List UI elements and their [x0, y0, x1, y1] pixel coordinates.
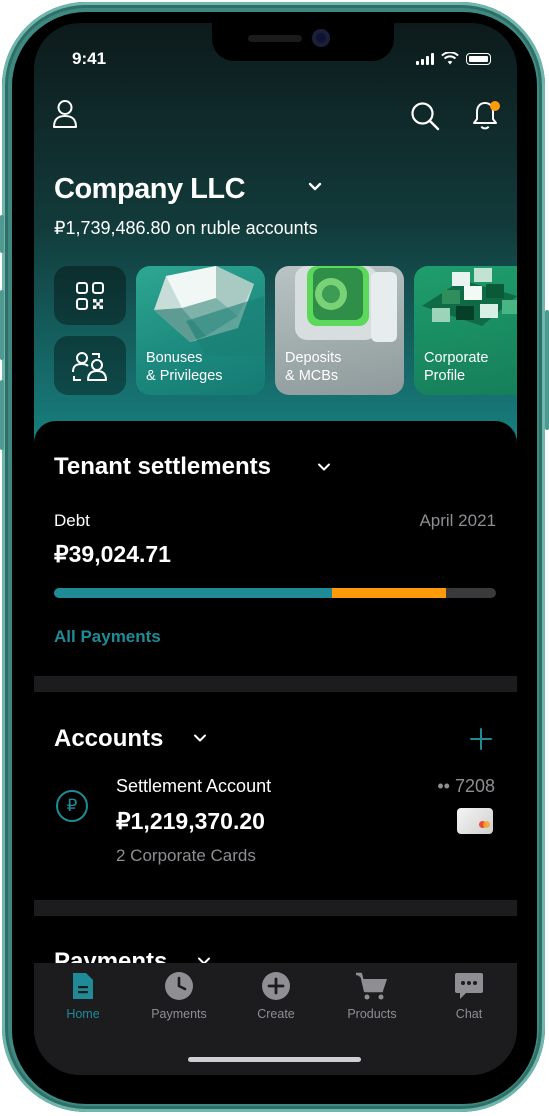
- front-camera: [312, 29, 330, 47]
- tab-create[interactable]: Create: [231, 971, 321, 1021]
- account-list-item[interactable]: ₽ Settlement Account •• 7208 ₽1,219,370.…: [34, 768, 517, 878]
- account-cards-count: 2 Corporate Cards: [116, 846, 256, 865]
- plus-circle-icon: [262, 972, 290, 1000]
- chat-icon: [455, 973, 483, 999]
- promo-label-line2: & MCBs: [285, 368, 339, 384]
- tab-chat[interactable]: Chat: [424, 971, 514, 1021]
- tab-label: Create: [257, 1007, 295, 1021]
- add-account-icon[interactable]: [469, 727, 493, 751]
- total-balance: ₽1,739,486.80 on ruble accounts: [54, 218, 318, 238]
- promo-label-line1: Corporate: [424, 350, 489, 366]
- side-button: [0, 215, 4, 253]
- notification-dot: [490, 101, 500, 111]
- progress-paid-segment: [54, 588, 333, 598]
- side-button: [545, 310, 549, 430]
- profile-icon[interactable]: [52, 99, 78, 129]
- battery-icon: [466, 53, 491, 65]
- side-button: [0, 380, 4, 450]
- tenant-settlements-title[interactable]: Tenant settlements: [54, 453, 271, 481]
- account-masked-number: •• 7208: [437, 776, 495, 796]
- tab-home[interactable]: Home: [38, 971, 128, 1021]
- tab-products[interactable]: Products: [327, 971, 417, 1021]
- progress-pending-segment: [332, 588, 447, 598]
- accounts-title[interactable]: Accounts: [54, 725, 163, 753]
- tab-bar: Home Payments Create Products Chat: [34, 963, 517, 1075]
- promo-label-line2: Profile: [424, 368, 466, 384]
- promo-bonuses-card[interactable]: Bonuses & Privileges: [136, 266, 265, 395]
- section-divider: [34, 900, 517, 916]
- currency-symbol: ₽: [66, 796, 78, 815]
- bank-card-icon: [457, 808, 493, 834]
- tab-label: Payments: [151, 1007, 207, 1021]
- cellular-signal-icon: [416, 52, 434, 65]
- account-name: Settlement Account: [116, 776, 272, 796]
- search-icon[interactable]: [410, 101, 440, 131]
- status-time: 9:41: [72, 49, 107, 68]
- section-divider: [34, 676, 517, 692]
- tab-payments[interactable]: Payments: [134, 971, 224, 1021]
- chevron-down-icon[interactable]: [306, 178, 324, 196]
- ruble-currency-icon: ₽: [56, 790, 88, 822]
- tab-label: Chat: [455, 1007, 483, 1021]
- people-exchange-icon: [72, 351, 107, 381]
- promo-corporate-card[interactable]: Corporate Profile: [414, 266, 517, 395]
- debt-label: Debt: [54, 511, 90, 530]
- transfer-contacts-button[interactable]: [54, 336, 126, 395]
- notch: [212, 23, 394, 61]
- qr-code-icon: [76, 281, 104, 310]
- home-indicator[interactable]: [188, 1057, 361, 1062]
- debt-progress-bar: [54, 588, 496, 598]
- debt-period: April 2021: [419, 511, 496, 530]
- clock-icon: [165, 972, 193, 1000]
- tab-label: Home: [66, 1007, 100, 1021]
- tab-label: Products: [347, 1007, 397, 1021]
- qr-scan-button[interactable]: [54, 266, 126, 325]
- cart-icon: [356, 972, 387, 1000]
- company-name[interactable]: Company LLC: [54, 173, 246, 206]
- all-payments-link[interactable]: All Payments: [54, 627, 161, 647]
- gem-illustration: [154, 266, 264, 356]
- promo-label-line2: & Privileges: [146, 368, 223, 384]
- safe-illustration: [295, 266, 397, 342]
- account-balance: ₽1,219,370.20: [116, 808, 265, 834]
- debt-amount: ₽39,024.71: [54, 541, 171, 567]
- promo-deposits-card[interactable]: Deposits & MCBs: [275, 266, 404, 395]
- wifi-icon: [441, 52, 459, 65]
- document-icon: [73, 973, 93, 999]
- app-screen: 9:41 Company LLC ₽1,739,486.80 on ruble: [34, 23, 517, 1075]
- speaker-grille: [248, 35, 302, 42]
- blocks-illustration: [422, 268, 517, 326]
- chevron-down-icon[interactable]: [316, 459, 332, 475]
- promo-label-line1: Deposits: [285, 350, 342, 366]
- bell-icon[interactable]: [471, 98, 503, 132]
- chevron-down-icon[interactable]: [192, 730, 208, 746]
- side-button: [0, 290, 4, 360]
- promo-label-line1: Bonuses: [146, 350, 203, 366]
